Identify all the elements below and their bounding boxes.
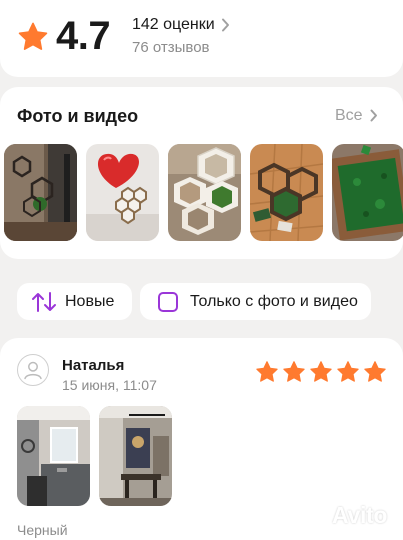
media-section: Фото и видео Все [0,87,403,259]
star-icon [256,361,278,382]
sort-button[interactable]: Новые [17,283,132,320]
show-all-media-link[interactable]: Все [335,106,363,126]
media-thumbnail[interactable] [250,144,323,241]
star-icon [18,22,48,50]
star-icon [310,361,332,382]
review-date: 15 июня, 11:07 [62,377,157,393]
review-stars [255,360,387,384]
star-icon [337,361,359,382]
star-icon [364,361,386,382]
star-icon [283,361,305,382]
review-author: Наталья [62,357,125,374]
reviews-count: 76 отзывов [132,39,210,56]
photo-only-filter[interactable]: Только с фото и видео [140,283,371,320]
photo-only-label: Только с фото и видео [190,292,358,310]
review-photo[interactable] [99,406,172,506]
ratings-count-link[interactable]: 142 оценки [132,15,215,35]
media-thumbnail[interactable] [86,144,159,241]
chevron-right-icon[interactable] [370,109,378,122]
review-photo[interactable] [17,406,90,506]
media-thumbnail[interactable] [332,144,403,241]
sort-label: Новые [65,292,115,310]
avatar-icon[interactable] [17,354,49,386]
media-thumbnail[interactable] [4,144,77,241]
avito-watermark: Avito [298,500,396,530]
photo-only-checkbox[interactable] [158,291,178,312]
media-section-title: Фото и видео [17,106,139,126]
sort-arrows-icon [32,291,56,312]
avito-watermark-text: Avito [332,501,388,528]
avito-logo-icon [301,504,326,525]
rating-summary[interactable]: 4.7 142 оценки 76 отзывов [0,0,403,77]
review-text: Черный [17,522,68,538]
media-thumbnail[interactable] [168,144,241,241]
rating-value: 4.7 [56,14,111,58]
chevron-right-icon[interactable] [221,18,230,32]
